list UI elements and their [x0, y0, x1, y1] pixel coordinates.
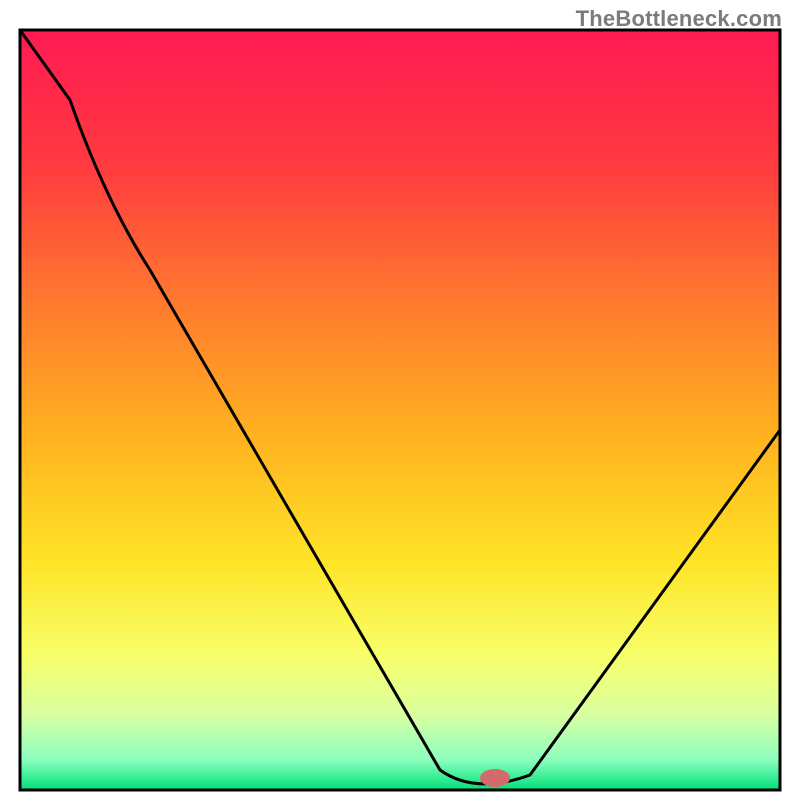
gradient-background: [20, 30, 780, 790]
optimum-marker: [480, 769, 510, 787]
bottleneck-chart: [0, 0, 800, 800]
watermark-text: TheBottleneck.com: [576, 6, 782, 32]
